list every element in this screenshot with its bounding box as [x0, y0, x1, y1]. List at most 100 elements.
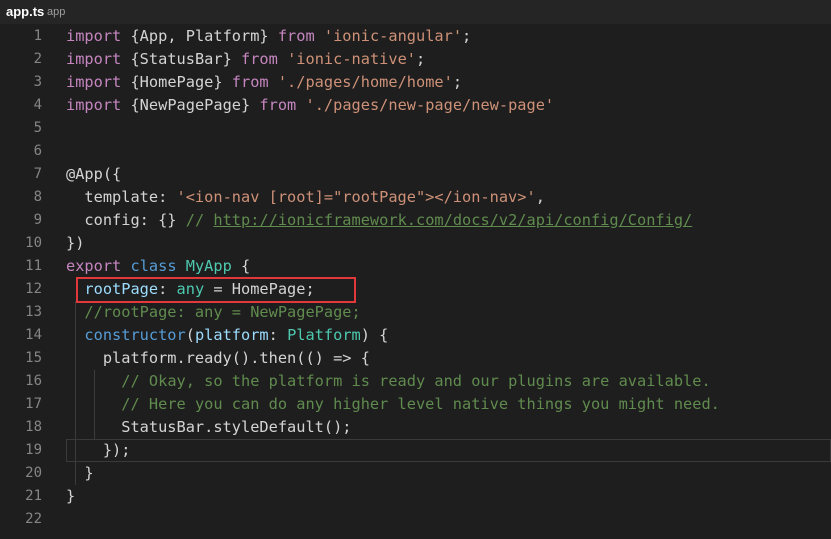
line-number: 19 — [25, 442, 42, 458]
code-token: platform — [194, 326, 269, 344]
line-number: 2 — [33, 51, 42, 67]
code-token: config: {} — [66, 211, 186, 229]
code-line[interactable]: 2 import {StatusBar} from 'ionic-native'; — [0, 48, 831, 71]
code-token: {StatusBar} — [121, 50, 241, 68]
code-text: StatusBar.styleDefault(); — [66, 416, 352, 439]
code-line[interactable]: 8 template: '<ion-nav [root]="rootPage">… — [0, 186, 831, 209]
code-token: // Here you can do any higher level nati… — [121, 395, 720, 413]
code-token: Platform — [287, 326, 361, 344]
line-number: 20 — [25, 465, 42, 481]
code-line[interactable]: 9 config: {} // http://ionicframework.co… — [0, 209, 831, 232]
code-line[interactable]: 4 import {NewPagePage} from './pages/new-… — [0, 94, 831, 117]
code-line[interactable]: 5 — [0, 117, 831, 140]
code-text: config: {} // http://ionicframework.com/… — [66, 209, 692, 232]
code-line[interactable]: 20 } — [0, 462, 831, 485]
code-token: ) { — [360, 326, 389, 344]
code-line[interactable]: 6 — [0, 140, 831, 163]
line-number: 9 — [33, 212, 42, 228]
code-token: './pages/home/home' — [277, 73, 453, 91]
code-token: class — [130, 257, 177, 275]
code-token: constructor — [84, 326, 186, 344]
code-text: import {NewPagePage} from './pages/new-p… — [66, 94, 554, 117]
code-line[interactable]: 1 import {App, Platform} from 'ionic-angu… — [0, 25, 831, 48]
code-token: 'ionic-native' — [287, 50, 416, 68]
code-token: ; — [452, 73, 463, 91]
code-text: constructor(platform: Platform) { — [66, 324, 388, 347]
line-number: 22 — [25, 511, 42, 527]
code-line[interactable]: 21} — [0, 485, 831, 508]
code-token: }) — [66, 234, 85, 252]
code-token: import — [66, 96, 122, 114]
code-line[interactable]: 22 — [0, 508, 831, 531]
code-token: @App({ — [66, 165, 122, 183]
code-token: '<ion-nav [root]="rootPage"></ion-nav>' — [176, 188, 536, 206]
line-number: 17 — [25, 396, 42, 412]
code-text: platform.ready().then(() => { — [66, 347, 370, 370]
code-token: // — [185, 211, 214, 229]
code-line[interactable]: 13 //rootPage: any = NewPagePage; — [0, 301, 831, 324]
code-line[interactable]: 3 import {HomePage} from './pages/home/ho… — [0, 71, 831, 94]
code-token: ( — [185, 326, 195, 344]
code-line[interactable]: 17 // Here you can do any higher level n… — [0, 393, 831, 416]
code-text: // Here you can do any higher level nati… — [66, 393, 720, 416]
current-line-highlight — [66, 439, 831, 462]
code-token: //rootPage: any = NewPagePage; — [84, 303, 361, 321]
code-text: export class MyApp { — [66, 255, 250, 278]
code-line[interactable]: 10}) — [0, 232, 831, 255]
line-number: 5 — [33, 120, 42, 136]
code-token: export — [66, 257, 122, 275]
code-token[interactable]: http://ionicframework.com/docs/v2/api/co… — [213, 211, 692, 229]
code-line[interactable]: 15 platform.ready().then(() => { — [0, 347, 831, 370]
code-text: } — [66, 485, 75, 508]
line-number: 15 — [25, 350, 42, 366]
code-token: { — [231, 257, 251, 275]
code-text: //rootPage: any = NewPagePage; — [66, 301, 361, 324]
code-token: platform.ready().then(() => { — [66, 349, 370, 367]
line-number: 7 — [33, 166, 42, 182]
code-line[interactable]: 18 StatusBar.styleDefault(); — [0, 416, 831, 439]
code-token: MyApp — [185, 257, 232, 275]
code-line[interactable]: 16 // Okay, so the platform is ready and… — [0, 370, 831, 393]
line-number: 3 — [33, 74, 42, 90]
code-token: {App, Platform} — [121, 27, 278, 45]
line-number: 4 — [33, 97, 42, 113]
code-token: from — [277, 27, 315, 45]
line-number: 1 — [33, 28, 42, 44]
code-token: StatusBar.styleDefault(); — [66, 418, 352, 436]
code-line[interactable]: 11 export class MyApp { — [0, 255, 831, 278]
code-token: // Okay, so the platform is ready and ou… — [121, 372, 711, 390]
code-line[interactable]: 7 @App({ — [0, 163, 831, 186]
line-number: 21 — [25, 488, 42, 504]
code-text: import {StatusBar} from 'ionic-native'; — [66, 48, 425, 71]
editor-tab-bar: app.ts app — [0, 0, 831, 24]
code-text: import {App, Platform} from 'ionic-angul… — [66, 25, 471, 48]
code-token: {NewPagePage} — [121, 96, 260, 114]
code-token: template: — [66, 188, 177, 206]
tab-filename[interactable]: app.ts — [6, 4, 44, 19]
line-number: 14 — [25, 327, 42, 343]
code-token: , — [535, 188, 545, 206]
line-number: 16 — [25, 373, 42, 389]
code-line[interactable]: 14 constructor(platform: Platform) { — [0, 324, 831, 347]
tab-folder: app — [47, 6, 66, 18]
code-text: } — [66, 462, 94, 485]
indent-guide — [94, 370, 95, 439]
code-token: import — [66, 73, 122, 91]
line-number: 11 — [25, 258, 42, 274]
code-text: template: '<ion-nav [root]="rootPage"></… — [66, 186, 545, 209]
code-text: }) — [66, 232, 84, 255]
highlight-box-rootpage — [76, 277, 356, 303]
code-token: : — [268, 326, 288, 344]
line-number: 10 — [25, 235, 42, 251]
code-token: ; — [462, 27, 472, 45]
code-token: } — [66, 464, 94, 482]
code-token: import — [66, 27, 122, 45]
code-token: from — [231, 73, 269, 91]
line-number: 12 — [25, 281, 42, 297]
code-token: './pages/new-page/new-page' — [305, 96, 555, 114]
line-number: 6 — [33, 143, 42, 159]
